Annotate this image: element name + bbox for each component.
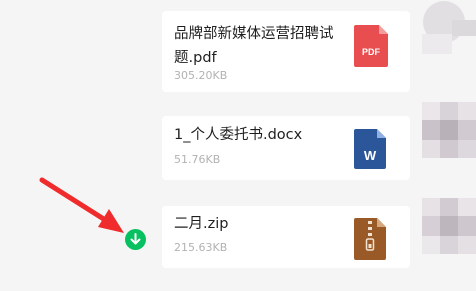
download-arrow-icon bbox=[130, 233, 141, 245]
download-button[interactable] bbox=[125, 229, 146, 250]
red-pointer-arrow bbox=[39, 177, 124, 233]
